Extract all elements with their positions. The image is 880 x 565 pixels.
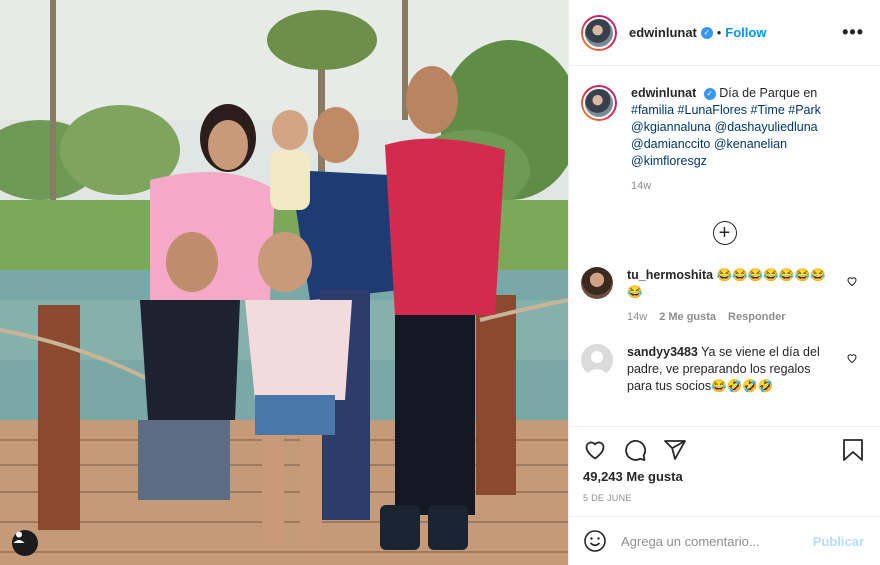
heart-icon [585,441,605,460]
default-avatar-icon [585,351,609,376]
emoji-icon[interactable] [583,529,607,553]
comment-heart-icon[interactable] [846,275,858,287]
reply-button[interactable]: Responder [728,309,785,326]
commenter-avatar[interactable] [581,344,613,376]
caption-age: 14w [631,180,652,192]
likes-count[interactable]: 49,243 Me gusta [583,469,864,484]
author-username[interactable]: edwinlunat [629,25,697,40]
like-button[interactable] [583,438,607,462]
commenter-avatar[interactable] [581,267,613,299]
verified-badge-icon: ✓ [703,87,716,100]
comment-heart-icon[interactable] [846,352,858,364]
caption-mentions-1[interactable]: @kgiannaluna @dashayuliedluna [631,119,821,136]
caption-avatar[interactable] [581,85,617,121]
person-tag-button[interactable] [12,530,38,556]
comment-input[interactable] [621,533,813,549]
comment-item: sandyy3483 Ya se viene el día del padre,… [569,344,880,395]
person-tag-icon [13,531,25,543]
comment-button[interactable] [623,438,647,462]
bookmark-icon [843,439,863,461]
comment-icon [625,439,646,461]
publish-button[interactable]: Publicar [813,534,864,549]
author-avatar[interactable] [581,14,617,51]
family-photo-illustration [0,0,568,565]
caption-mentions-3[interactable]: @kimfloresgz [631,153,821,170]
follow-button[interactable]: Follow [725,25,766,40]
post-side-panel: edwinlunat ✓ • Follow ••• edwinlunat ✓ D… [568,0,880,565]
verified-badge-icon: ✓ [700,26,713,39]
comment-meta: 14w 2 Me gusta Responder [627,309,833,326]
more-options-button[interactable]: ••• [842,22,864,43]
caption-username[interactable]: edwinlunat [631,86,696,100]
load-more-comments[interactable]: + [569,221,880,245]
post-photo[interactable] [0,0,568,565]
comment-likes[interactable]: 2 Me gusta [659,309,716,326]
post-actions: 49,243 Me gusta 5 DE JUNE [569,426,880,503]
post-caption: edwinlunat ✓ Día de Parque en #familia #… [569,67,880,195]
share-icon [664,440,686,460]
comment-username[interactable]: tu_hermoshita [627,268,713,282]
share-button[interactable] [663,438,687,462]
post-header: edwinlunat ✓ • Follow ••• [569,0,880,66]
plus-circle-icon[interactable]: + [712,221,737,245]
caption-mentions-2[interactable]: @damianccito @kenanelian [631,136,821,153]
comment-age: 14w [627,311,648,323]
separator-dot: • [716,25,722,40]
comment-item: tu_hermoshita 😂😂😂😂😂😂😂😂 14w 2 Me gusta Re… [569,267,880,326]
caption-hashtags[interactable]: #familia #LunaFlores #Time #Park [631,102,821,119]
comments-section[interactable]: edwinlunat ✓ Día de Parque en #familia #… [569,67,880,425]
add-comment-bar: Publicar [569,516,880,565]
post-date: 5 DE JUNE [583,493,632,503]
save-button[interactable] [842,438,864,462]
comment-username[interactable]: sandyy3483 [627,345,698,359]
caption-text: Día de Parque en [719,86,818,100]
